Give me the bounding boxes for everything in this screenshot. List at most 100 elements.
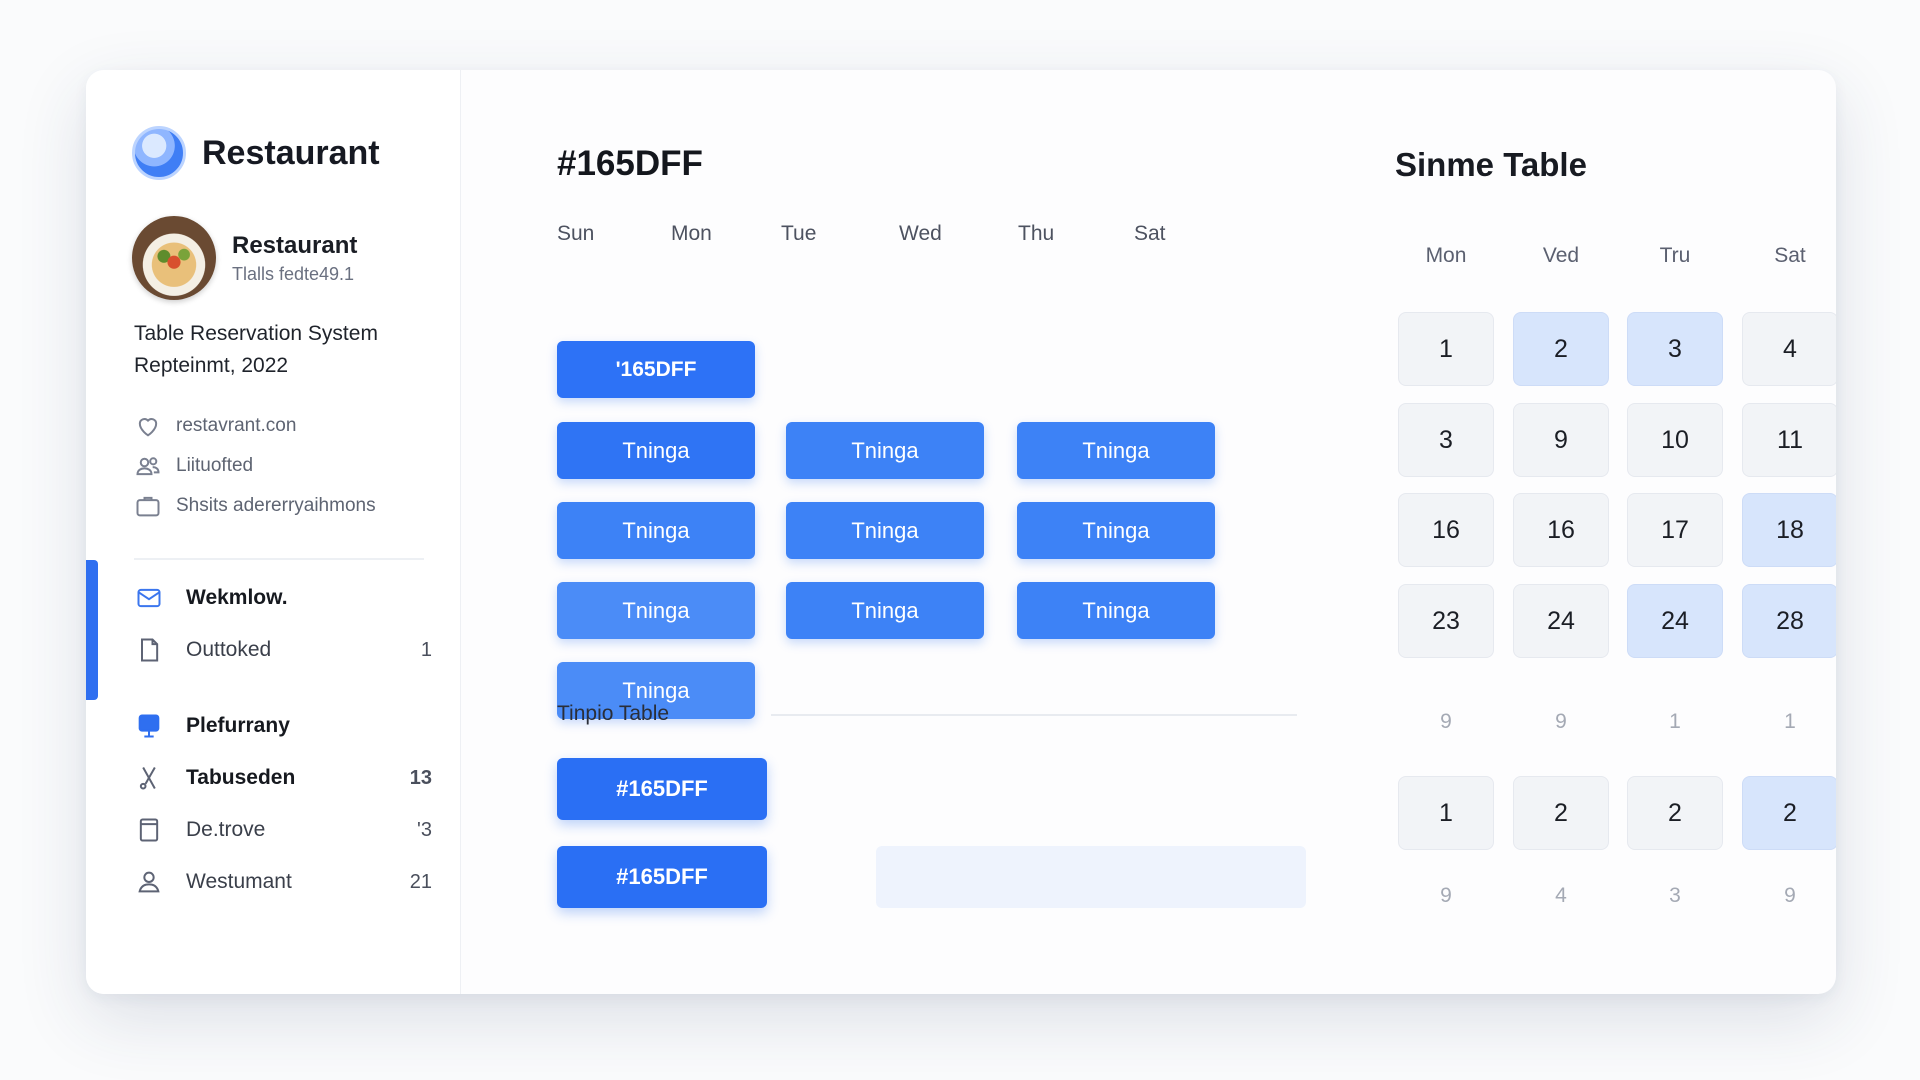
heart-icon <box>138 418 158 437</box>
sidebar-item-detrove[interactable]: De.trove '3 <box>134 804 432 856</box>
weekday-label: Wed <box>899 222 942 245</box>
info-website[interactable]: restavrant.con <box>134 406 434 446</box>
time-slot[interactable]: Tninga <box>557 422 755 479</box>
calendar-day[interactable]: 24 <box>1627 584 1723 658</box>
calendar-day-muted: 1 <box>1784 710 1796 733</box>
book-icon <box>134 815 164 845</box>
sidebar: Restaurant Restaurant Tlalls fedte49.1 T… <box>86 70 461 994</box>
weekday-label: Thu <box>1018 222 1055 245</box>
system-title: Table Reservation System Repteinmt, 2022 <box>134 318 434 382</box>
calendar-day[interactable]: 1 <box>1398 776 1494 850</box>
weekday-label: Mon <box>671 222 712 245</box>
info-people[interactable]: Liituofted <box>134 446 434 486</box>
calendar-day[interactable]: 17 <box>1627 493 1723 567</box>
app-window: Restaurant Restaurant Tlalls fedte49.1 T… <box>86 70 1836 994</box>
restaurant-logo-icon <box>132 126 186 180</box>
sidebar-item-label: Westumant <box>186 870 292 893</box>
calendar-day[interactable]: 2 <box>1742 776 1836 850</box>
weekday-label: Sun <box>557 222 595 245</box>
calendar-header: Sat <box>1774 244 1806 267</box>
time-slot[interactable]: Tninga <box>1017 582 1215 639</box>
calendar-day[interactable]: 3 <box>1627 312 1723 386</box>
sidebar-item-count: 21 <box>409 870 432 893</box>
sidebar-nav: Wekmlow. Outtoked 1 Plefurrany Tabuseden… <box>134 572 432 908</box>
primary-button[interactable]: #165DFF <box>557 846 767 908</box>
briefcase-icon <box>136 496 160 517</box>
calendar-day[interactable]: 23 <box>1398 584 1494 658</box>
calendar-day-muted: 4 <box>1555 884 1567 907</box>
main-panel: #165DFF Sun Mon Tue Wed Thu Sat '165DFF … <box>491 70 1836 994</box>
sidebar-item-plefurrany[interactable]: Plefurrany <box>134 700 432 752</box>
sidebar-item-label: Tabuseden <box>186 766 296 789</box>
board-icon <box>134 711 164 741</box>
calendar-day-muted: 1 <box>1669 710 1681 733</box>
time-slot[interactable]: Tninga <box>1017 422 1215 479</box>
info-text: Shsits adererryaihmons <box>176 495 376 516</box>
page-title: #165DFF <box>557 144 703 183</box>
calendar-day[interactable]: 2 <box>1513 312 1609 386</box>
sidebar-item-label: Plefurrany <box>186 714 290 737</box>
calendar-title: Sinme Table <box>1395 146 1587 183</box>
profile[interactable]: Restaurant Tlalls fedte49.1 <box>132 216 357 300</box>
sidebar-item-outtoked[interactable]: Outtoked 1 <box>134 624 432 676</box>
sidebar-item-count: 1 <box>420 638 432 661</box>
weekday-label: Sat <box>1134 222 1166 245</box>
sidebar-item-count: 13 <box>409 766 432 789</box>
primary-button[interactable]: #165DFF <box>557 758 767 820</box>
sidebar-item-label: De.trove <box>186 818 266 841</box>
scissors-icon <box>134 763 164 793</box>
brand[interactable]: Restaurant <box>132 126 380 180</box>
calendar-day[interactable]: 16 <box>1398 493 1494 567</box>
calendar-header: Tru <box>1659 244 1691 267</box>
weekday-label: Tue <box>781 222 817 245</box>
calendar-day[interactable]: 18 <box>1742 493 1836 567</box>
brand-title: Restaurant <box>202 133 380 172</box>
profile-name: Restaurant <box>232 231 358 259</box>
calendar-header: Mon <box>1425 244 1467 267</box>
calendar-day-muted: 3 <box>1669 884 1681 907</box>
calendar-day[interactable]: 1 <box>1398 312 1494 386</box>
mail-icon <box>134 583 164 613</box>
calendar-day-muted: 9 <box>1555 710 1567 733</box>
avatar <box>132 216 216 300</box>
time-slot[interactable]: Tninga <box>557 502 755 559</box>
calendar-day[interactable]: 10 <box>1627 403 1723 477</box>
system-title-line: Table Reservation System <box>134 322 378 345</box>
calendar-day-muted: 9 <box>1784 884 1796 907</box>
calendar-day[interactable]: 2 <box>1627 776 1723 850</box>
calendar-day[interactable]: 3 <box>1398 403 1494 477</box>
calendar-day-muted: 9 <box>1440 710 1452 733</box>
calendar-day[interactable]: 16 <box>1513 493 1609 567</box>
slot-header-button[interactable]: '165DFF <box>557 341 755 398</box>
section-divider <box>771 714 1297 716</box>
system-subtitle-line: Repteinmt, 2022 <box>134 354 289 377</box>
time-slot[interactable]: Tninga <box>786 582 984 639</box>
time-slot[interactable]: Tninga <box>1017 502 1215 559</box>
document-icon <box>134 635 164 665</box>
user-icon <box>134 867 164 897</box>
calendar-day[interactable]: 24 <box>1513 584 1609 658</box>
calendar-day[interactable]: 28 <box>1742 584 1836 658</box>
info-services[interactable]: Shsits adererryaihmons <box>134 486 434 526</box>
sidebar-item-label: Outtoked <box>186 638 272 661</box>
empty-slot-field[interactable] <box>876 846 1306 908</box>
calendar-day[interactable]: 11 <box>1742 403 1836 477</box>
calendar-day[interactable]: 4 <box>1742 312 1836 386</box>
time-slot[interactable]: Tninga <box>557 582 755 639</box>
sidebar-item-westumant[interactable]: Westumant 21 <box>134 856 432 908</box>
calendar-day[interactable]: 2 <box>1513 776 1609 850</box>
active-indicator <box>86 560 98 700</box>
users-icon <box>136 457 160 476</box>
sidebar-item-workflow[interactable]: Wekmlow. <box>134 572 432 624</box>
time-slot[interactable]: Tninga <box>786 422 984 479</box>
sidebar-item-count: '3 <box>417 818 432 841</box>
info-list: restavrant.con Liituofted Shsits adererr… <box>134 406 434 526</box>
calendar-day[interactable]: 9 <box>1513 403 1609 477</box>
section-label: Tinpio Table <box>557 702 670 725</box>
time-slot[interactable]: Tninga <box>786 502 984 559</box>
info-text: Liituofted <box>176 455 254 476</box>
profile-subtitle: Tlalls fedte49.1 <box>232 263 355 284</box>
sidebar-item-label: Wekmlow. <box>186 586 288 609</box>
sidebar-item-tabuseden[interactable]: Tabuseden 13 <box>134 752 432 804</box>
